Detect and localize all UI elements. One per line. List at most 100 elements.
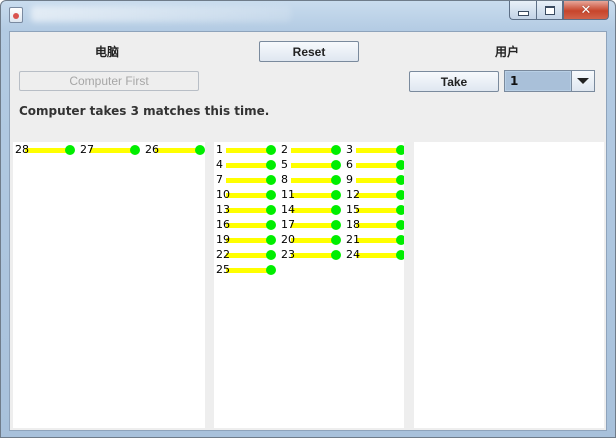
- match-body: [356, 148, 400, 153]
- match-body: [291, 238, 335, 243]
- match-head: [266, 220, 276, 230]
- match-body: [356, 223, 400, 228]
- minimize-button[interactable]: [509, 1, 536, 20]
- match-head: [396, 205, 404, 215]
- match-head: [396, 220, 404, 230]
- match-body: [226, 268, 270, 273]
- match-body: [90, 148, 134, 153]
- computer-label: 电脑: [95, 45, 120, 59]
- match-number: 19: [216, 233, 230, 246]
- match-number: 25: [216, 263, 230, 276]
- match-number: 24: [346, 248, 360, 261]
- match-head: [331, 235, 341, 245]
- match-body: [155, 148, 199, 153]
- match-stick: 22: [216, 249, 276, 261]
- match-stick: 17: [281, 219, 341, 231]
- match-head: [266, 160, 276, 170]
- main-panel: 电脑 Reset 用户 Computer First Take 1 Comput…: [9, 31, 607, 431]
- match-stick: 26: [145, 144, 205, 156]
- take-button[interactable]: Take: [409, 71, 499, 92]
- close-icon: ✕: [580, 2, 592, 18]
- match-stick: 11: [281, 189, 341, 201]
- match-number: 13: [216, 203, 230, 216]
- match-head: [396, 250, 404, 260]
- match-stick: 19: [216, 234, 276, 246]
- match-head: [331, 250, 341, 260]
- match-number: 7: [216, 173, 223, 186]
- match-body: [226, 148, 270, 153]
- match-stick: 10: [216, 189, 276, 201]
- match-number: 26: [145, 143, 159, 156]
- match-stick: 9: [346, 174, 404, 186]
- match-number: 18: [346, 218, 360, 231]
- match-stick: 12: [346, 189, 404, 201]
- match-stick: 25: [216, 264, 276, 276]
- match-body: [226, 208, 270, 213]
- match-stick: 3: [346, 144, 404, 156]
- match-body: [25, 148, 69, 153]
- match-head: [195, 145, 205, 155]
- match-number: 9: [346, 173, 353, 186]
- match-head: [396, 145, 404, 155]
- maximize-icon: [544, 5, 555, 15]
- chevron-down-icon: [577, 78, 589, 84]
- match-body: [291, 178, 335, 183]
- match-body: [226, 178, 270, 183]
- match-stick: 6: [346, 159, 404, 171]
- window-title: [31, 6, 291, 22]
- match-head: [266, 175, 276, 185]
- match-number: 1: [216, 143, 223, 156]
- match-body: [226, 223, 270, 228]
- match-head: [65, 145, 75, 155]
- match-stick: 7: [216, 174, 276, 186]
- take-amount-select[interactable]: 1: [504, 70, 595, 92]
- user-label: 用户: [495, 45, 520, 59]
- match-head: [130, 145, 140, 155]
- match-stick: 16: [216, 219, 276, 231]
- match-body: [356, 193, 400, 198]
- match-head: [266, 265, 276, 275]
- match-stick: 15: [346, 204, 404, 216]
- match-stick: 2: [281, 144, 341, 156]
- match-number: 22: [216, 248, 230, 261]
- close-button[interactable]: ✕: [563, 1, 609, 20]
- match-body: [291, 253, 335, 258]
- match-head: [331, 160, 341, 170]
- match-number: 15: [346, 203, 360, 216]
- match-body: [291, 208, 335, 213]
- match-number: 6: [346, 158, 353, 171]
- dropdown-button[interactable]: [571, 71, 594, 91]
- match-body: [226, 193, 270, 198]
- app-window: ✕ 电脑 Reset 用户 Computer First Take 1 Comp…: [0, 0, 616, 438]
- match-head: [266, 205, 276, 215]
- match-body: [226, 238, 270, 243]
- match-head: [266, 250, 276, 260]
- match-stick: 18: [346, 219, 404, 231]
- match-stick: 4: [216, 159, 276, 171]
- match-number: 11: [281, 188, 295, 201]
- match-head: [331, 145, 341, 155]
- title-bar[interactable]: ✕: [1, 1, 615, 29]
- match-head: [266, 145, 276, 155]
- match-body: [356, 208, 400, 213]
- match-stick: 8: [281, 174, 341, 186]
- match-head: [331, 190, 341, 200]
- match-number: 17: [281, 218, 295, 231]
- match-head: [396, 175, 404, 185]
- reset-button[interactable]: Reset: [259, 41, 359, 62]
- match-number: 5: [281, 158, 288, 171]
- match-head: [331, 175, 341, 185]
- match-head: [331, 220, 341, 230]
- match-body: [356, 163, 400, 168]
- computer-pile: 28 27 26: [13, 142, 205, 428]
- match-stick: 21: [346, 234, 404, 246]
- match-stick: 14: [281, 204, 341, 216]
- computer-first-button[interactable]: Computer First: [19, 71, 199, 91]
- maximize-button[interactable]: [536, 1, 563, 20]
- match-head: [266, 235, 276, 245]
- match-number: 3: [346, 143, 353, 156]
- match-number: 10: [216, 188, 230, 201]
- match-body: [291, 163, 335, 168]
- match-body: [291, 193, 335, 198]
- match-stick: 5: [281, 159, 341, 171]
